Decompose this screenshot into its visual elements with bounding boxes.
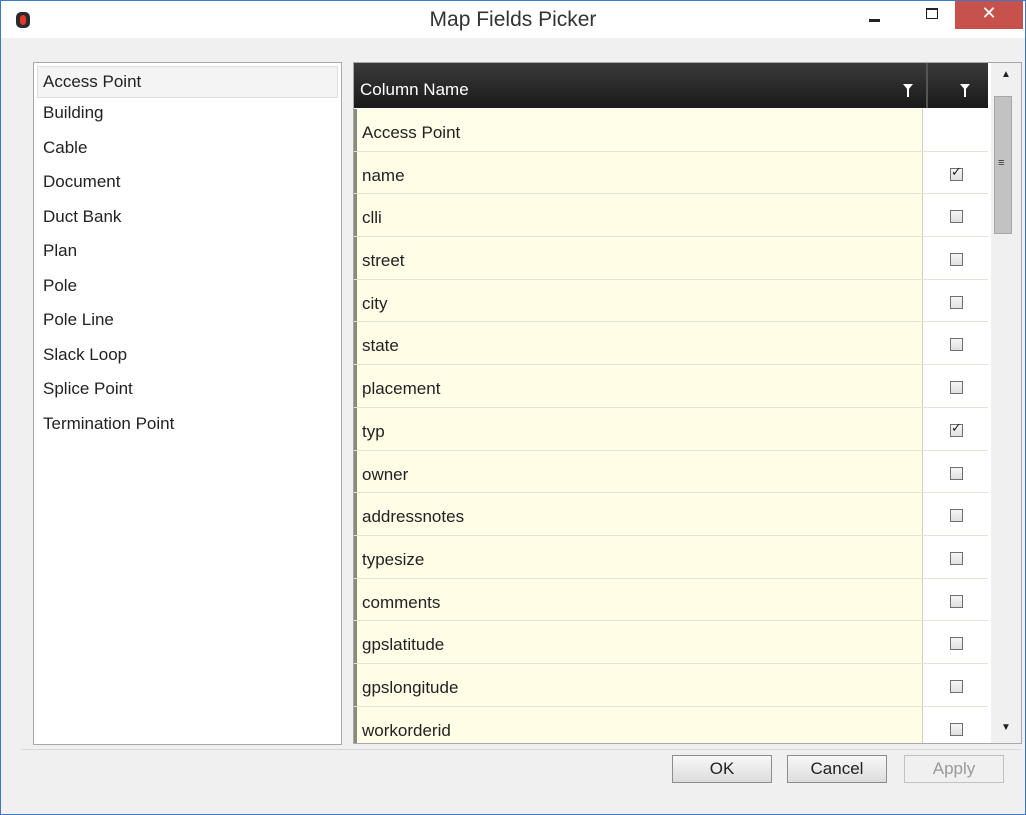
- field-name-cell: state: [354, 322, 923, 365]
- field-name-cell: workorderid: [354, 706, 923, 743]
- fields-grid: Column Name Access Pointnamecllistreetci…: [353, 62, 1022, 744]
- header-divider: [926, 63, 928, 108]
- checkbox-cell: [926, 109, 988, 151]
- field-name-cell: street: [354, 237, 923, 279]
- checkbox-cell: [926, 194, 988, 237]
- table-row[interactable]: addressnotes: [354, 493, 988, 536]
- divider: [21, 749, 1021, 750]
- field-name-cell: gpslongitude: [354, 663, 923, 706]
- list-item[interactable]: Splice Point: [34, 374, 341, 409]
- field-name-cell: typesize: [354, 535, 923, 578]
- field-name-cell: Access Point: [354, 109, 923, 151]
- field-checkbox[interactable]: [950, 381, 963, 395]
- field-checkbox[interactable]: [950, 679, 963, 693]
- group-row[interactable]: Access Point: [354, 109, 988, 152]
- checkbox-cell: [926, 663, 988, 706]
- scroll-down-arrow[interactable]: ▼: [991, 718, 1021, 738]
- table-row[interactable]: gpslongitude: [354, 663, 988, 707]
- title-bar[interactable]: Map Fields Picker ✕: [1, 1, 1025, 38]
- scroll-up-arrow[interactable]: ▲: [991, 65, 1021, 85]
- checkbox-cell: [926, 407, 988, 450]
- field-name-cell: owner: [354, 450, 923, 493]
- field-checkbox[interactable]: [950, 594, 963, 608]
- close-button[interactable]: ✕: [955, 1, 1023, 29]
- checkbox-cell: [926, 365, 988, 407]
- list-item[interactable]: Slack Loop: [34, 340, 341, 375]
- checkbox-cell: [926, 706, 988, 743]
- grid-rows: Access Pointnamecllistreetcitystateplace…: [354, 109, 988, 743]
- field-checkbox[interactable]: [950, 210, 963, 224]
- grid-header: Column Name: [354, 63, 988, 108]
- table-row[interactable]: name: [354, 151, 988, 195]
- checkbox-cell: [926, 279, 988, 322]
- map-fields-picker-window: Map Fields Picker ✕ Access Point Building…: [0, 0, 1026, 815]
- table-row[interactable]: state: [354, 322, 988, 366]
- table-row[interactable]: typesize: [354, 535, 988, 579]
- checkbox-cell: [926, 237, 988, 279]
- list-item[interactable]: Pole Line: [34, 305, 341, 340]
- table-row[interactable]: owner: [354, 450, 988, 494]
- field-name-cell: clli: [354, 194, 923, 237]
- list-item[interactable]: Document: [34, 167, 341, 202]
- field-name-cell: placement: [354, 365, 923, 407]
- checkbox-cell: [926, 151, 988, 194]
- list-item[interactable]: Plan: [34, 236, 341, 271]
- checkbox-cell: [926, 535, 988, 578]
- table-row[interactable]: workorderid: [354, 706, 988, 743]
- list-item[interactable]: Building: [34, 98, 341, 133]
- column-name-header[interactable]: Column Name: [360, 63, 920, 108]
- field-checkbox[interactable]: [950, 295, 963, 309]
- checkbox-cell: [926, 322, 988, 365]
- filter-icon[interactable]: [903, 84, 913, 97]
- field-checkbox[interactable]: [950, 509, 963, 523]
- field-name-cell: gpslatitude: [354, 621, 923, 663]
- checkbox-cell: [926, 621, 988, 663]
- field-name-cell: name: [354, 151, 923, 194]
- cancel-button[interactable]: Cancel: [787, 755, 887, 783]
- field-checkbox[interactable]: [950, 253, 963, 267]
- field-name-cell: city: [354, 279, 923, 322]
- field-checkbox[interactable]: [950, 466, 963, 480]
- vertical-scrollbar[interactable]: ▲ ≡ ▼: [991, 63, 1021, 743]
- table-row[interactable]: city: [354, 279, 988, 323]
- field-checkbox[interactable]: [950, 551, 963, 565]
- checkbox-cell: [926, 578, 988, 621]
- table-row[interactable]: placement: [354, 365, 988, 408]
- list-item[interactable]: Cable: [34, 133, 341, 168]
- filter-icon[interactable]: [960, 84, 970, 97]
- grip-icon: ≡: [998, 157, 1005, 169]
- field-name-cell: comments: [354, 578, 923, 621]
- minimize-button[interactable]: [857, 1, 895, 29]
- field-checkbox[interactable]: [950, 722, 963, 736]
- checkbox-cell: [926, 493, 988, 535]
- list-item[interactable]: Access Point: [37, 66, 338, 98]
- list-item[interactable]: Pole: [34, 271, 341, 306]
- field-name-cell: typ: [354, 407, 923, 450]
- ok-button[interactable]: OK: [672, 755, 772, 783]
- scroll-thumb[interactable]: ≡: [994, 96, 1012, 234]
- field-checkbox[interactable]: [950, 421, 963, 437]
- table-row[interactable]: typ: [354, 407, 988, 451]
- feature-type-list[interactable]: Access Point Building Cable Document Duct Ba…: [33, 62, 342, 745]
- field-checkbox[interactable]: [950, 165, 963, 181]
- apply-button[interactable]: Apply: [904, 755, 1004, 783]
- field-checkbox[interactable]: [950, 338, 963, 352]
- table-row[interactable]: clli: [354, 194, 988, 238]
- table-row[interactable]: comments: [354, 578, 988, 622]
- list-item[interactable]: Duct Bank: [34, 202, 341, 237]
- table-row[interactable]: gpslatitude: [354, 621, 988, 664]
- checkbox-cell: [926, 450, 988, 493]
- field-name-cell: addressnotes: [354, 493, 923, 535]
- field-checkbox[interactable]: [950, 637, 963, 651]
- list-item[interactable]: Termination Point: [34, 409, 341, 444]
- table-row[interactable]: street: [354, 237, 988, 280]
- maximize-button[interactable]: [913, 1, 951, 29]
